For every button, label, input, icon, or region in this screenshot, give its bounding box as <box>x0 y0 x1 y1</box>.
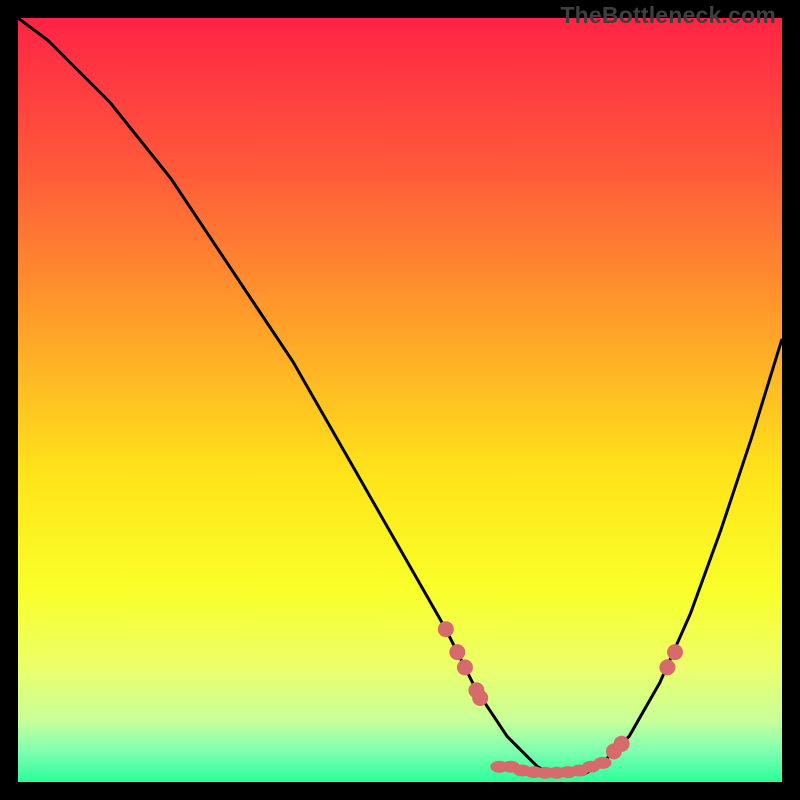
markers-right-branch <box>606 644 683 759</box>
marker-dot <box>457 659 473 675</box>
curve-layer <box>18 18 782 782</box>
marker-dot <box>614 736 630 752</box>
marker-dot <box>594 757 612 769</box>
watermark-text: TheBottleneck.com <box>560 2 776 29</box>
marker-dot <box>659 659 675 675</box>
marker-dot <box>667 644 683 660</box>
marker-dot <box>472 690 488 706</box>
marker-dot <box>449 644 465 660</box>
plot-area <box>18 18 782 782</box>
marker-dot <box>438 621 454 637</box>
markers-valley <box>490 757 611 779</box>
markers-left-branch <box>438 621 488 706</box>
